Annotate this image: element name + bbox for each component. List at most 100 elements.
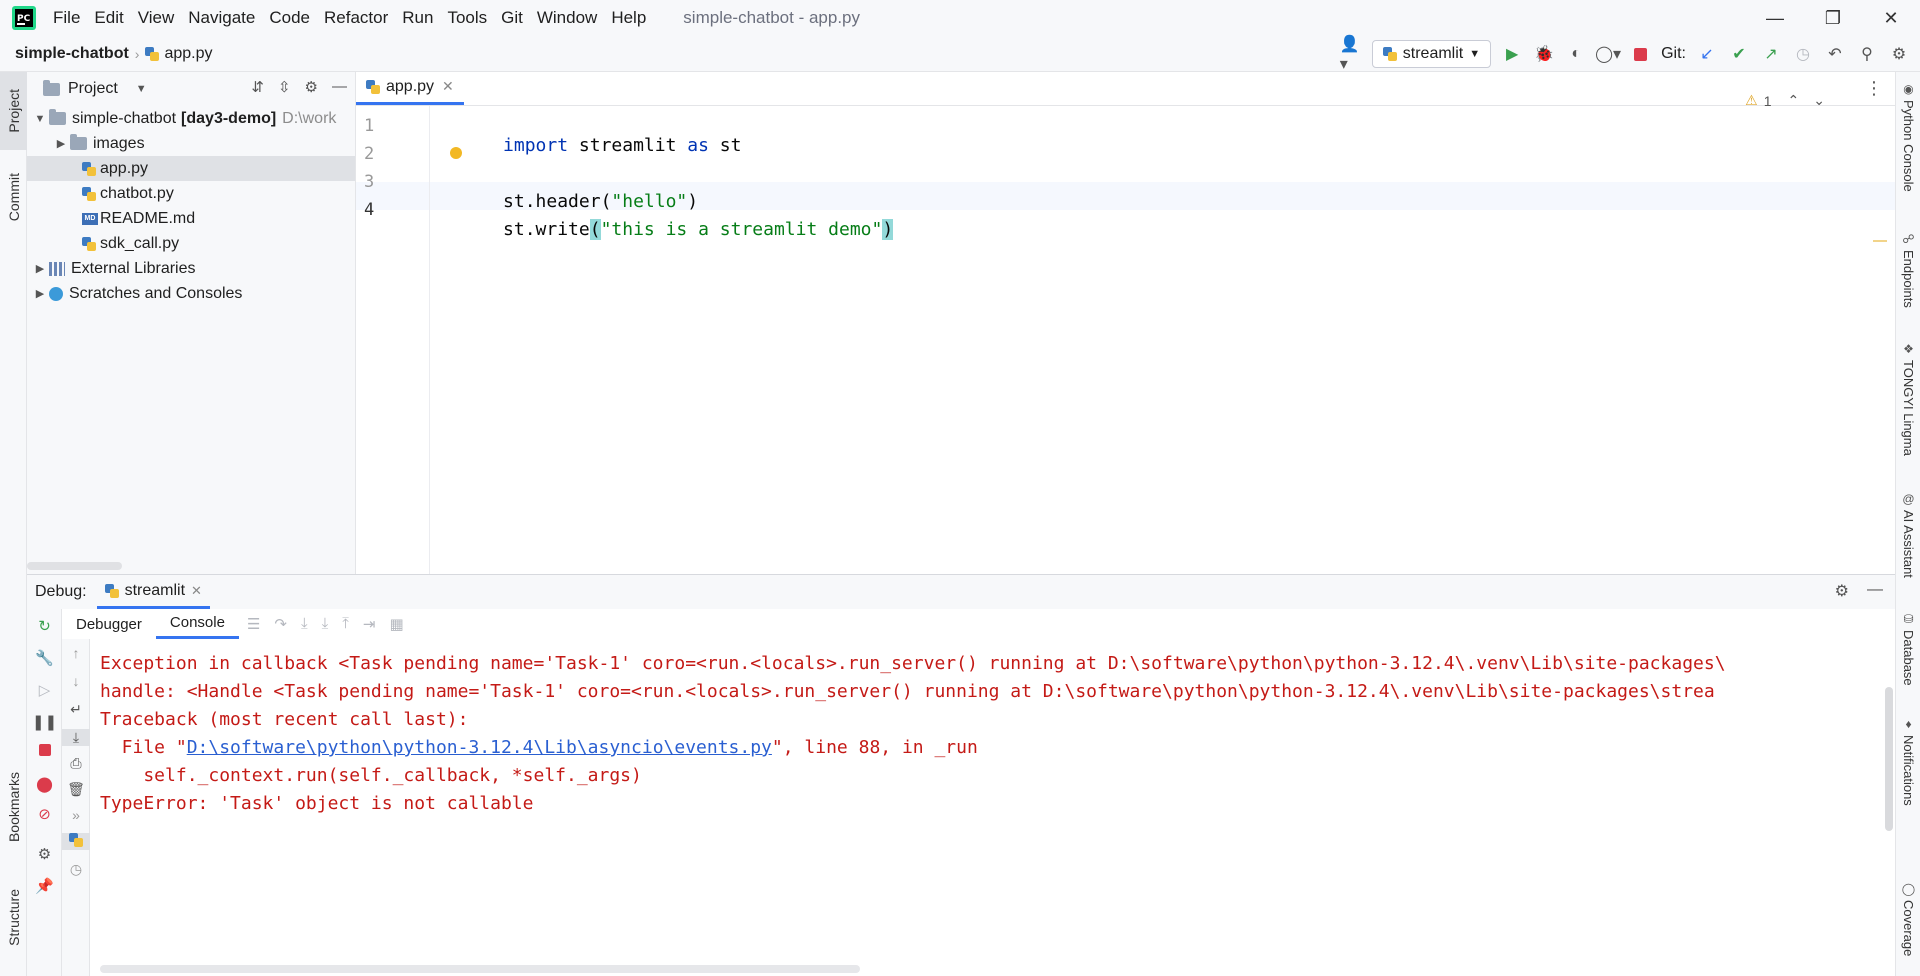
tree-item-chatbot-py[interactable]: chatbot.py bbox=[27, 181, 355, 206]
hide-panel-icon[interactable]: — bbox=[332, 78, 347, 96]
database-tab[interactable]: ⛁ Database bbox=[1896, 612, 1920, 686]
debug-bug-icon[interactable]: 🐞 bbox=[1533, 43, 1555, 65]
stop-icon[interactable] bbox=[27, 743, 62, 760]
console-hscrollbar[interactable] bbox=[100, 965, 860, 973]
soft-wrap-icon[interactable]: ↵ bbox=[62, 701, 90, 718]
settings-gear-icon[interactable]: ⚙ bbox=[1888, 43, 1910, 65]
tree-item-scratches[interactable]: ▶ Scratches and Consoles bbox=[27, 281, 355, 306]
menu-refactor[interactable]: Refactor bbox=[317, 8, 395, 28]
editor-tab-app-py[interactable]: app.py ✕ bbox=[356, 71, 464, 105]
pin-tab-icon[interactable]: 📌 bbox=[27, 877, 62, 895]
step-into-my-code-icon[interactable]: ⤓ bbox=[322, 615, 329, 633]
tongyi-lingma-tab[interactable]: ❖ TONGYI Lingma bbox=[1896, 342, 1920, 456]
close-window-icon[interactable]: ✕ bbox=[1862, 0, 1920, 36]
coverage-icon[interactable]: ◐ bbox=[1565, 43, 1587, 65]
menu-navigate[interactable]: Navigate bbox=[181, 8, 262, 28]
git-commit-icon[interactable]: ✔ bbox=[1728, 43, 1750, 65]
menu-git[interactable]: Git bbox=[494, 8, 530, 28]
breadcrumb-file[interactable]: app.py bbox=[145, 45, 213, 63]
menu-tools[interactable]: Tools bbox=[440, 8, 494, 28]
python-prompt-icon[interactable] bbox=[62, 833, 90, 850]
coverage-tab[interactable]: ◯ Coverage bbox=[1896, 882, 1920, 956]
run-to-cursor-icon[interactable]: ⇥ bbox=[363, 615, 376, 633]
console-output[interactable]: Exception in callback <Task pending name… bbox=[100, 653, 1880, 953]
more-actions-icon[interactable]: » bbox=[62, 807, 90, 823]
menu-window[interactable]: Window bbox=[530, 8, 604, 28]
close-tab-icon[interactable]: ✕ bbox=[191, 583, 202, 599]
tree-item-sdk-call-py[interactable]: sdk_call.py bbox=[27, 231, 355, 256]
more-options-icon[interactable]: ⋮ bbox=[1865, 78, 1883, 99]
rollback-icon[interactable]: ↶ bbox=[1824, 43, 1846, 65]
chevron-right-icon[interactable]: ▶ bbox=[31, 262, 49, 275]
tree-root[interactable]: ▼ simple-chatbot [day3-demo] D:\work bbox=[27, 106, 355, 131]
debug-settings-gear-icon[interactable]: ⚙ bbox=[1835, 581, 1849, 601]
menu-help[interactable]: Help bbox=[604, 8, 653, 28]
tree-item-app-py[interactable]: app.py bbox=[27, 156, 355, 181]
project-panel-title[interactable]: Project bbox=[68, 80, 118, 98]
menu-file[interactable]: File bbox=[46, 8, 87, 28]
panel-options-gear-icon[interactable]: ⚙ bbox=[305, 78, 318, 96]
hide-panel-icon[interactable]: — bbox=[1867, 581, 1883, 601]
menu-view[interactable]: View bbox=[131, 8, 182, 28]
modify-run-config-icon[interactable]: 🔧 bbox=[27, 649, 62, 667]
git-push-icon[interactable]: ↗ bbox=[1760, 43, 1782, 65]
code-line-1[interactable]: import streamlit as st bbox=[438, 114, 741, 177]
history-icon[interactable]: ◷ bbox=[62, 861, 90, 878]
step-over-icon[interactable]: ↷ bbox=[274, 615, 287, 633]
mute-breakpoints-icon[interactable]: ⊘ bbox=[27, 805, 62, 823]
collapse-all-icon[interactable]: ⇳ bbox=[278, 78, 291, 96]
minimize-icon[interactable]: — bbox=[1746, 0, 1804, 36]
git-history-icon[interactable]: ◷ bbox=[1792, 43, 1814, 65]
step-into-icon[interactable]: ⤓ bbox=[301, 615, 308, 633]
previous-highlight-icon[interactable]: ⌃ bbox=[1788, 92, 1800, 109]
traceback-file-link[interactable]: D:\software\python\python-3.12.4\Lib\asy… bbox=[187, 737, 772, 758]
tab-console[interactable]: Console bbox=[155, 609, 239, 639]
commit-tool-tab[interactable]: Commit bbox=[0, 162, 27, 232]
close-tab-icon[interactable]: ✕ bbox=[442, 78, 454, 95]
restore-icon[interactable]: ❐ bbox=[1804, 0, 1862, 36]
resume-icon[interactable]: ▷ bbox=[27, 681, 62, 699]
menu-edit[interactable]: Edit bbox=[87, 8, 130, 28]
rerun-icon[interactable]: ↻ bbox=[27, 617, 62, 635]
scroll-to-end-icon[interactable]: ⤓ bbox=[62, 729, 90, 746]
expand-all-icon[interactable]: ⇵ bbox=[251, 78, 264, 96]
debug-session-tab[interactable]: streamlit ✕ bbox=[96, 575, 210, 609]
step-out-icon[interactable]: ⤒ bbox=[342, 615, 349, 633]
run-icon[interactable]: ▶ bbox=[1501, 43, 1523, 65]
clear-all-trash-icon[interactable]: 🗑 bbox=[62, 781, 90, 798]
scroll-up-icon[interactable]: ↑ bbox=[62, 645, 90, 661]
next-highlight-icon[interactable]: ⌄ bbox=[1813, 92, 1825, 109]
profile-icon[interactable]: ◯▾ bbox=[1595, 43, 1621, 65]
debug-settings-gear-icon[interactable]: ⚙ bbox=[27, 845, 62, 863]
tree-item-external-libraries[interactable]: ▶ External Libraries bbox=[27, 256, 355, 281]
menu-code[interactable]: Code bbox=[262, 8, 317, 28]
chevron-right-icon[interactable]: ▶ bbox=[52, 137, 70, 150]
scroll-down-icon[interactable]: ↓ bbox=[62, 673, 90, 689]
breadcrumb-project[interactable]: simple-chatbot bbox=[15, 45, 129, 63]
chevron-down-icon[interactable]: ▼ bbox=[136, 83, 147, 95]
notifications-tab[interactable]: ♦ Notifications bbox=[1896, 717, 1920, 806]
bookmarks-tool-tab[interactable]: Bookmarks bbox=[0, 762, 27, 852]
pause-icon[interactable]: ❚❚ bbox=[27, 713, 62, 731]
tab-debugger[interactable]: Debugger bbox=[62, 609, 156, 639]
tree-item-images[interactable]: ▶ images bbox=[27, 131, 355, 156]
structure-tool-tab[interactable]: Structure bbox=[0, 872, 27, 962]
chevron-right-icon[interactable]: ▶ bbox=[31, 287, 49, 300]
menu-run[interactable]: Run bbox=[395, 8, 440, 28]
chevron-down-icon[interactable]: ▼ bbox=[31, 113, 49, 125]
stop-icon[interactable] bbox=[1629, 43, 1651, 65]
intention-bulb-icon[interactable] bbox=[450, 147, 462, 159]
warning-stripe-marker[interactable] bbox=[1873, 240, 1887, 242]
layout-menu-icon[interactable]: ☰ bbox=[247, 615, 260, 633]
project-tool-tab[interactable]: Project bbox=[0, 72, 27, 150]
view-breakpoints-icon[interactable]: ⬤ bbox=[27, 775, 62, 793]
python-console-tab[interactable]: ◉ Python Console bbox=[1896, 82, 1920, 192]
endpoints-tab[interactable]: ☍ Endpoints bbox=[1896, 232, 1920, 308]
tree-item-readme[interactable]: MD README.md bbox=[27, 206, 355, 231]
console-vscrollbar[interactable] bbox=[1885, 687, 1893, 831]
inspection-widget[interactable]: ⚠ 1 ⌃ ⌄ bbox=[1745, 92, 1825, 109]
run-configuration-select[interactable]: streamlit ▼ bbox=[1371, 40, 1492, 68]
project-hscrollbar[interactable] bbox=[27, 562, 122, 570]
ai-assistant-tab[interactable]: @ AI Assistant bbox=[1896, 492, 1920, 578]
code-line-4[interactable]: st.write("this is a streamlit demo") bbox=[438, 198, 894, 261]
